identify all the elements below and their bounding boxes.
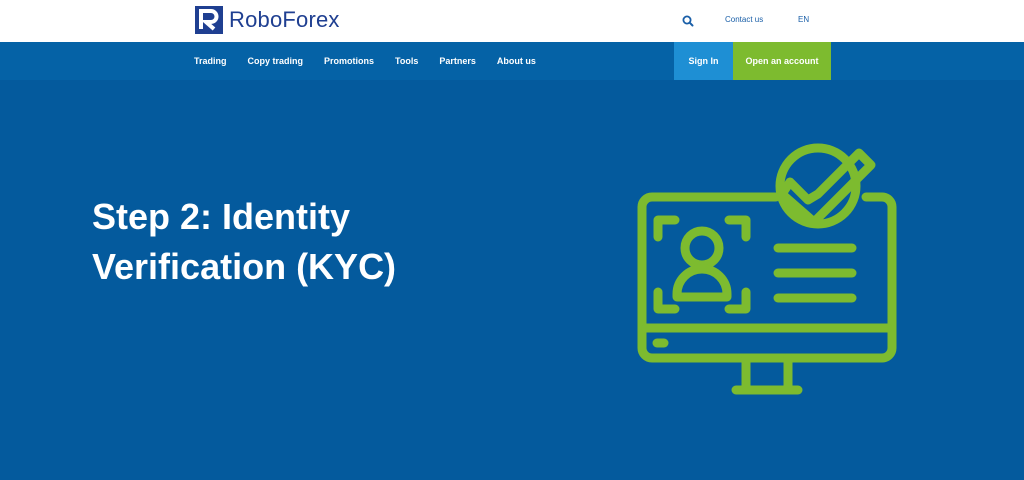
page-title: Step 2: Identity Verification (KYC) xyxy=(92,192,512,292)
nav-item-copy-trading[interactable]: Copy trading xyxy=(248,56,304,66)
main-nav: Trading Copy trading Promotions Tools Pa… xyxy=(0,42,1024,80)
nav-item-trading[interactable]: Trading xyxy=(194,56,227,66)
page-title-line-1: Step 2: Identity xyxy=(92,196,351,237)
sign-in-button[interactable]: Sign In xyxy=(674,42,733,80)
nav-item-tools[interactable]: Tools xyxy=(395,56,418,66)
identity-verification-monitor-icon xyxy=(637,143,897,395)
roboforex-logo-mark xyxy=(195,6,223,34)
nav-item-promotions[interactable]: Promotions xyxy=(324,56,374,66)
logo-text: RoboForex xyxy=(229,7,340,32)
nav-item-partners[interactable]: Partners xyxy=(439,56,476,66)
search-icon[interactable] xyxy=(681,14,695,28)
page-title-line-2: Verification (KYC) xyxy=(92,246,397,287)
language-selector[interactable]: EN xyxy=(798,15,809,24)
logo[interactable]: RoboForex xyxy=(194,5,340,35)
open-account-button[interactable]: Open an account xyxy=(733,42,831,80)
contact-us-link[interactable]: Contact us xyxy=(725,15,763,24)
nav-items: Trading Copy trading Promotions Tools Pa… xyxy=(194,42,557,80)
top-header: RoboForex Contact us EN xyxy=(0,0,1024,42)
nav-item-about-us[interactable]: About us xyxy=(497,56,536,66)
